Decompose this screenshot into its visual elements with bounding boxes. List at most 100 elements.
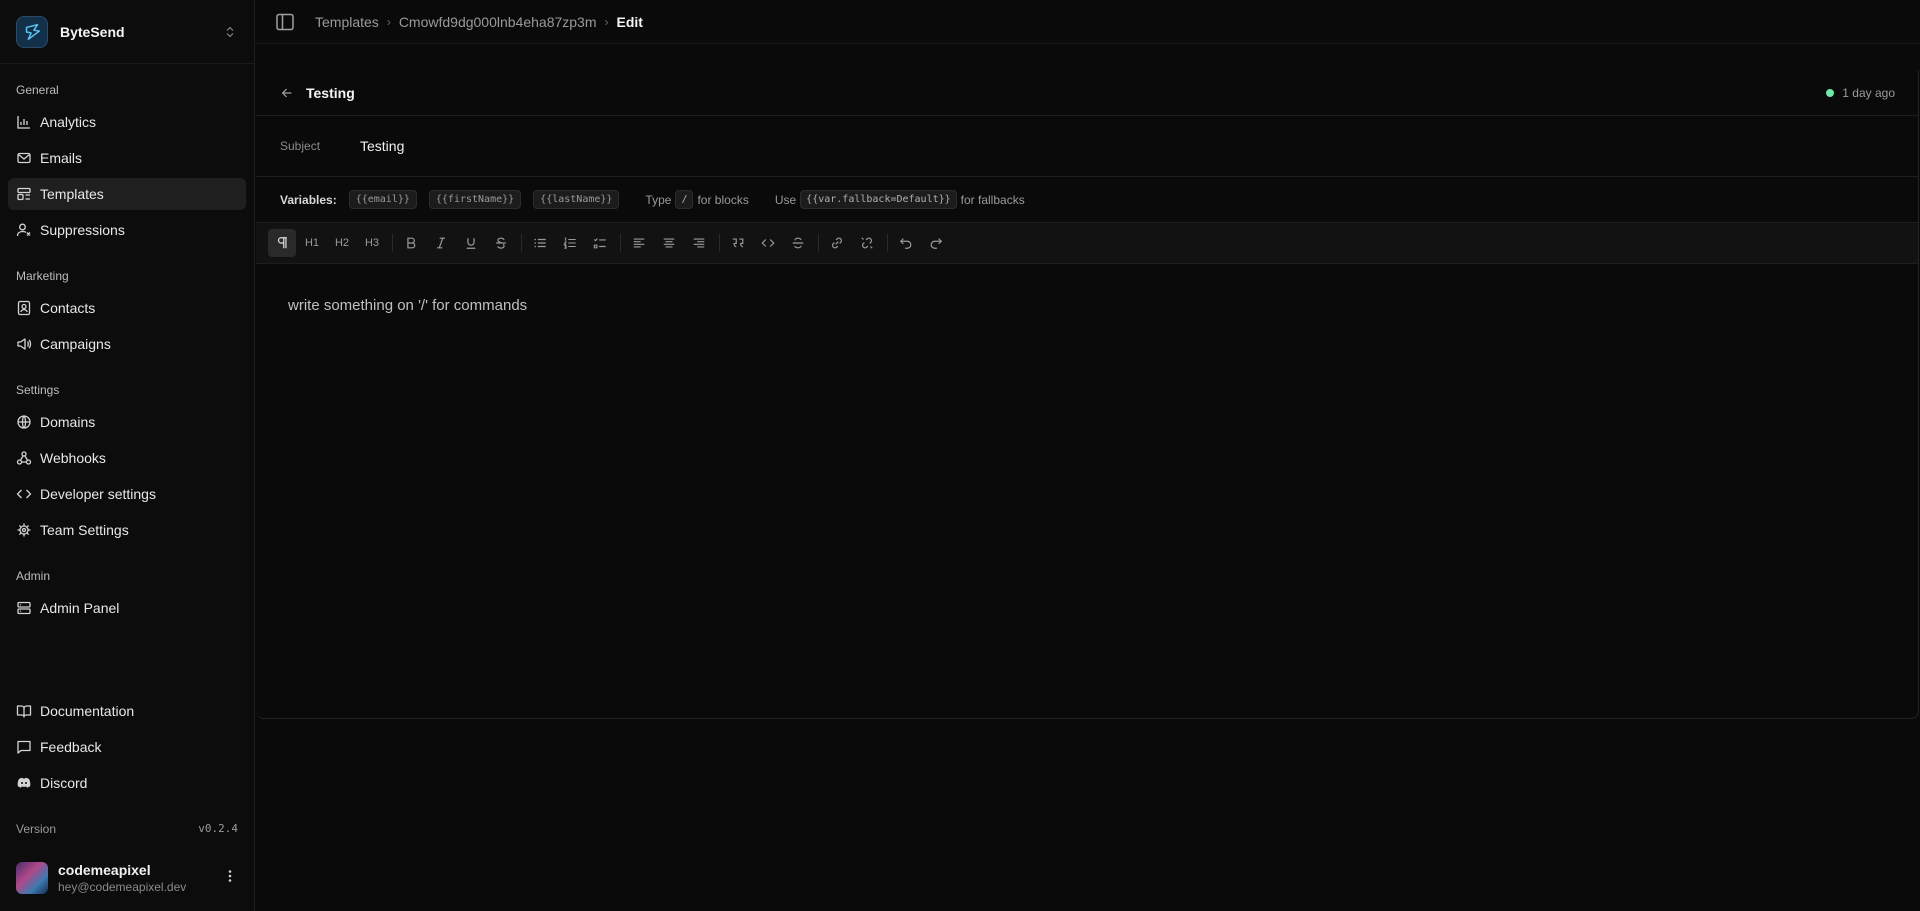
link-icon[interactable] xyxy=(823,229,851,257)
layout-template-icon xyxy=(16,186,32,202)
sidebar-item-feedback[interactable]: Feedback xyxy=(8,731,246,763)
sidebar-toggle-icon[interactable] xyxy=(275,12,295,32)
bytesend-logo-icon xyxy=(16,15,48,48)
megaphone-icon xyxy=(16,336,32,352)
main-content: Templates › Cmowfd9dg000lnb4eha87zp3m › … xyxy=(255,0,1920,911)
sidebar-item-label: Analytics xyxy=(40,114,97,130)
slash-key: / xyxy=(675,190,694,209)
breadcrumb: Templates › Cmowfd9dg000lnb4eha87zp3m › … xyxy=(315,14,643,30)
hint-text: for blocks xyxy=(697,192,749,207)
template-title: Testing xyxy=(306,84,355,101)
breadcrumb-template-id[interactable]: Cmowfd9dg000lnb4eha87zp3m xyxy=(399,14,597,30)
arrow-left-icon[interactable] xyxy=(280,85,296,101)
contact-book-icon xyxy=(16,300,32,316)
sidebar-item-admin-panel[interactable]: Admin Panel xyxy=(8,592,246,624)
sidebar-item-label: Templates xyxy=(40,186,104,202)
nav-group-settings: Settings Domains Webhooks Developer sett… xyxy=(0,380,254,550)
sidebar-item-suppressions[interactable]: Suppressions xyxy=(8,214,246,246)
variables-row: Variables: {{email}} {{firstName}} {{las… xyxy=(256,177,1918,223)
user-info: codemeapixel hey@codemeapixel.dev xyxy=(58,862,222,894)
align-center-icon[interactable] xyxy=(655,229,683,257)
sidebar-item-contacts[interactable]: Contacts xyxy=(8,292,246,324)
sidebar-item-label: Documentation xyxy=(40,703,135,719)
version-value: v0.2.4 xyxy=(198,822,238,835)
nav-group-marketing: Marketing Contacts Campaigns xyxy=(0,266,254,364)
task-list-icon[interactable] xyxy=(586,229,614,257)
sidebar-item-label: Webhooks xyxy=(40,450,106,466)
user-menu[interactable]: codemeapixel hey@codemeapixel.dev xyxy=(16,862,238,894)
sidebar-item-emails[interactable]: Emails xyxy=(8,142,246,174)
paragraph-icon[interactable] xyxy=(268,229,296,257)
subject-input[interactable]: Testing xyxy=(360,138,404,154)
nav-group-admin: Admin Admin Panel xyxy=(0,566,254,628)
hint-text: Type xyxy=(645,192,672,207)
bold-icon[interactable] xyxy=(397,229,425,257)
heading-2-icon[interactable]: H2 xyxy=(328,229,356,257)
variable-chip-lastname[interactable]: {{lastName}} xyxy=(533,190,620,209)
redo-icon[interactable] xyxy=(922,229,950,257)
sidebar-item-label: Admin Panel xyxy=(40,600,120,616)
horizontal-rule-icon[interactable] xyxy=(784,229,812,257)
unlink-icon[interactable] xyxy=(853,229,881,257)
variable-chip-firstname[interactable]: {{firstName}} xyxy=(428,190,522,209)
heading-1-icon[interactable]: H1 xyxy=(298,229,326,257)
status-text: 1 day ago xyxy=(1842,85,1895,100)
server-icon xyxy=(16,600,32,616)
sidebar-item-label: Domains xyxy=(40,414,96,430)
sidebar-item-discord[interactable]: Discord xyxy=(8,767,246,799)
sidebar-item-webhooks[interactable]: Webhooks xyxy=(8,442,246,474)
avatar xyxy=(16,862,48,894)
user-x-icon xyxy=(16,222,32,238)
sidebar-item-label: Campaigns xyxy=(40,336,111,352)
sidebar-item-label: Suppressions xyxy=(40,222,125,238)
breadcrumb-current: Edit xyxy=(616,13,643,30)
breadcrumb-templates[interactable]: Templates xyxy=(315,14,379,30)
hint-text: for fallbacks xyxy=(960,192,1025,207)
bullet-list-icon[interactable] xyxy=(526,229,554,257)
sidebar-item-analytics[interactable]: Analytics xyxy=(8,106,246,138)
group-label: Marketing xyxy=(16,269,69,283)
italic-icon[interactable] xyxy=(427,229,455,257)
nav-group-general: General Analytics Emails Templates Suppr… xyxy=(0,80,254,250)
more-vertical-icon[interactable] xyxy=(222,868,238,888)
heading-3-icon[interactable]: H3 xyxy=(358,229,386,257)
sidebar-item-label: Contacts xyxy=(40,300,96,316)
editor-placeholder: write something on '/' for commands xyxy=(288,297,528,314)
strikethrough-icon[interactable] xyxy=(487,229,515,257)
template-editor: Testing 1 day ago Subject Testing Variab… xyxy=(256,70,1919,719)
sidebar-item-templates[interactable]: Templates xyxy=(8,178,246,210)
toolbar-divider xyxy=(719,234,720,252)
sidebar: ByteSend General Analytics Emails Templa… xyxy=(0,0,255,911)
nav-group-footer: Documentation Feedback Discord xyxy=(0,695,254,803)
align-right-icon[interactable] xyxy=(685,229,713,257)
user-name: codemeapixel xyxy=(58,862,151,878)
app: ByteSend General Analytics Emails Templa… xyxy=(0,0,1920,911)
toolbar-divider xyxy=(818,234,819,252)
variable-chip-email[interactable]: {{email}} xyxy=(348,190,417,209)
group-label: Admin xyxy=(16,569,51,583)
sidebar-item-campaigns[interactable]: Campaigns xyxy=(8,328,246,360)
editor-content[interactable]: write something on '/' for commands xyxy=(256,264,1918,347)
sidebar-item-team-settings[interactable]: Team Settings xyxy=(8,514,246,546)
discord-icon xyxy=(16,775,32,791)
version-label: Version xyxy=(16,822,57,836)
sidebar-item-label: Team Settings xyxy=(40,522,129,538)
bar-chart-icon xyxy=(16,114,32,130)
align-left-icon[interactable] xyxy=(625,229,653,257)
sidebar-item-developer-settings[interactable]: Developer settings xyxy=(8,478,246,510)
team-switcher[interactable]: ByteSend xyxy=(0,0,254,64)
underline-icon[interactable] xyxy=(457,229,485,257)
sidebar-item-domains[interactable]: Domains xyxy=(8,406,246,438)
chevron-right-icon: › xyxy=(604,14,609,29)
ordered-list-icon[interactable] xyxy=(556,229,584,257)
topbar: Templates › Cmowfd9dg000lnb4eha87zp3m › … xyxy=(255,0,1920,44)
code-block-icon[interactable] xyxy=(754,229,782,257)
undo-icon[interactable] xyxy=(892,229,920,257)
group-label: General xyxy=(16,83,59,97)
fallback-syntax: {{var.fallback=Default}} xyxy=(800,190,957,209)
quote-icon[interactable] xyxy=(724,229,752,257)
blocks-hint: Type / for blocks xyxy=(645,190,749,209)
code-icon xyxy=(16,486,32,502)
sidebar-item-documentation[interactable]: Documentation xyxy=(8,695,246,727)
fallback-hint: Use {{var.fallback=Default}} for fallbac… xyxy=(775,190,1025,209)
